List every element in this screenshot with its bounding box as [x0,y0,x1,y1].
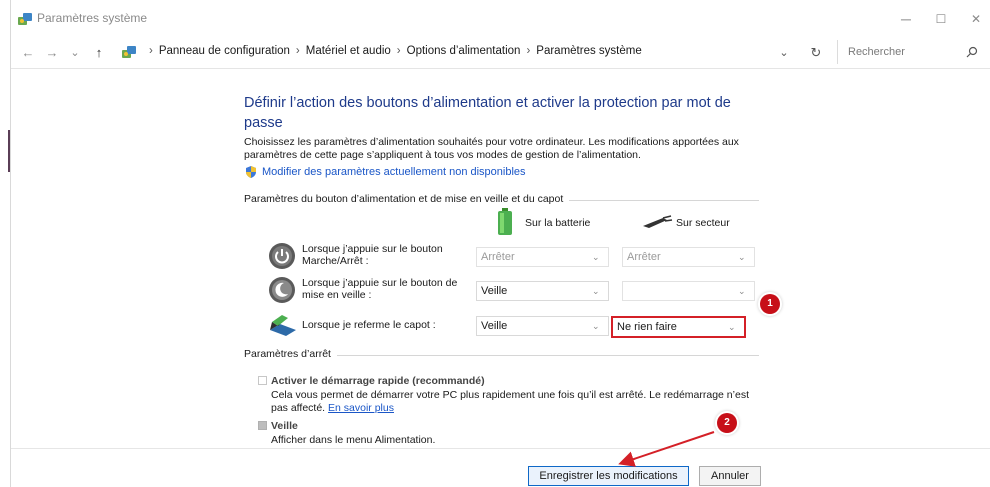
breadcrumb-item[interactable]: Matériel et audio [306,45,391,57]
minimize-button[interactable]: ─ [886,9,926,29]
ac-column-header: Sur secteur [676,217,730,229]
control-panel-icon [122,46,136,58]
sleep-button-icon [269,277,295,303]
breadcrumb-list: › Panneau de configuration › Matériel et au… [143,45,642,57]
fast-startup-checkbox[interactable] [258,376,267,385]
address-dropdown-button[interactable]: ⌄ [775,44,793,62]
learn-more-link[interactable]: En savoir plus [328,402,394,414]
selected-value: Arrêter [481,251,515,263]
power-group-title: Paramètres du bouton d’alimentation et d… [244,193,570,205]
power-button-ac-select[interactable]: Arrêter ⌄ [622,247,755,267]
save-button[interactable]: Enregistrer les modifications [528,466,689,486]
power-button-label: Lorsque j’appuie sur le bouton Marche/Ar… [302,243,443,267]
chevron-down-icon: ⌄ [592,252,600,262]
cancel-button[interactable]: Annuler [699,466,761,486]
fast-startup-label: Activer le démarrage rapide (recommandé) [271,375,485,387]
main-content: Définir l’action des boutons d’alimentat… [11,68,990,448]
shutdown-group-title: Paramètres d’arrêt [244,348,337,360]
refresh-button[interactable]: ↻ [807,44,825,62]
search-input[interactable]: Rechercher [837,40,985,64]
selected-value: Ne rien faire [617,321,677,333]
footer: Enregistrer les modifications Annuler [11,449,990,487]
search-icon [966,46,978,58]
lid-close-label: Lorsque je referme le capot : [302,319,436,331]
breadcrumb[interactable]: › Panneau de configuration › Matériel et au… [119,39,837,65]
control-panel-icon [18,13,32,25]
breadcrumb-item[interactable]: Options d’alimentation [407,45,521,57]
page-description: Choisissez les paramètres d’alimentation… [244,136,739,161]
change-unavailable-settings-link[interactable]: Modifier des paramètres actuellement non… [262,166,526,178]
chevron-down-icon: ⌄ [592,321,600,331]
chevron-down-icon: ⌄ [592,286,600,296]
address-bar: ← → ⌄ ↑ › Panneau de configuration › Matéri… [11,38,990,68]
breadcrumb-item[interactable]: Paramètres système [536,45,641,57]
power-button-icon [269,243,295,269]
breadcrumb-separator: › [396,45,401,57]
battery-icon [498,208,512,235]
laptop-lid-icon [270,315,296,336]
sleep-button-label: Lorsque j’appuie sur le bouton de mise e… [302,277,458,301]
selected-value: Veille [481,285,508,297]
breadcrumb-item[interactable]: Panneau de configuration [159,45,290,57]
sleep-description: Afficher dans le menu Alimentation. [271,434,436,446]
fast-startup-checkbox-row[interactable]: Activer le démarrage rapide (recommandé) [258,375,485,387]
breadcrumb-separator: › [295,45,300,57]
annotation-badge-2: 2 [717,413,737,433]
power-button-battery-select[interactable]: Arrêter ⌄ [476,247,609,267]
forward-button[interactable]: → [43,44,61,62]
up-button[interactable]: ↑ [90,44,108,62]
page-title: Définir l’action des boutons d’alimentat… [244,95,731,131]
battery-column-header: Sur la batterie [525,217,591,229]
annotation-badge-1: 1 [760,294,780,314]
back-button[interactable]: ← [19,44,37,62]
lid-close-battery-select[interactable]: Veille ⌄ [476,316,609,336]
chevron-down-icon: ⌄ [728,322,736,332]
recent-locations-button[interactable]: ⌄ [66,44,84,62]
sleep-button-ac-select[interactable]: ⌄ [622,281,755,301]
sleep-button-battery-select[interactable]: Veille ⌄ [476,281,609,301]
desktop-edge [0,0,10,487]
window-title: Paramètres système [37,11,148,25]
shield-icon [246,166,256,178]
breadcrumb-separator: › [526,45,531,57]
selected-value: Veille [481,320,508,332]
chevron-down-icon: ⌄ [738,252,746,262]
sleep-checkbox[interactable] [258,421,267,430]
search-placeholder: Rechercher [848,46,905,58]
sleep-label: Veille [271,420,298,432]
title-bar: Paramètres système ─ ☐ ✕ [11,0,990,38]
control-panel-window: Paramètres système ─ ☐ ✕ ← → ⌄ ↑ › Pannea… [10,0,990,487]
chevron-down-icon: ⌄ [738,286,746,296]
breadcrumb-separator: › [149,45,153,57]
maximize-button[interactable]: ☐ [921,9,961,29]
selected-value: Arrêter [627,251,661,263]
lid-close-ac-select[interactable]: Ne rien faire ⌄ [611,316,746,338]
power-plug-icon [643,215,673,228]
sleep-checkbox-row[interactable]: Veille [258,420,298,432]
fast-startup-description: Cela vous permet de démarrer votre PC pl… [271,389,761,415]
close-button[interactable]: ✕ [956,9,990,29]
